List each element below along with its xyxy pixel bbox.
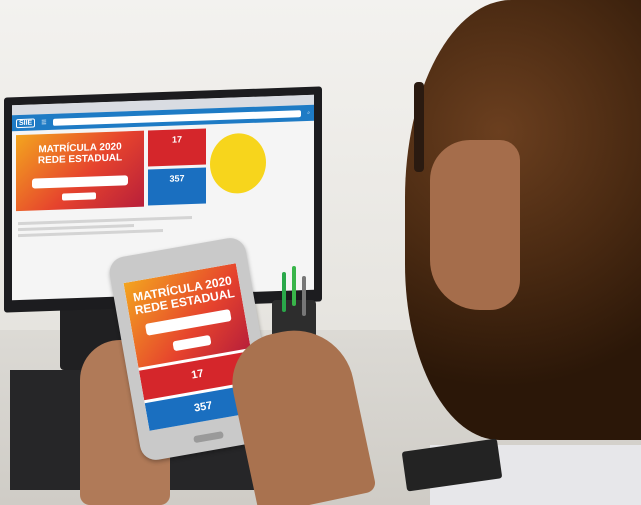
phone-hero-button[interactable] [172,334,212,352]
hero-banner[interactable]: MATRÍCULA 2020 REDE ESTADUAL [16,130,144,212]
pen [302,276,306,316]
phone-hero-banner[interactable]: MATRÍCULA 2020 REDE ESTADUAL [123,263,251,368]
hero-text-box [32,175,128,189]
stat-blue-value: 357 [169,173,185,184]
phone-stat-blue-value: 357 [193,399,214,415]
text-line [18,215,192,226]
stat-card-blue[interactable]: 357 [148,167,206,206]
site-logo[interactable]: SIIE [16,117,36,128]
phone-stat-red-value: 17 [190,367,205,382]
menu-icon[interactable]: ☰ [41,119,46,126]
glasses-frame [414,82,424,172]
pen [282,272,286,312]
photo-scene: SIIE ☰ ⌕ MATRÍCULA 2020 REDE ESTADUAL 17 [0,0,641,505]
stat-column: 17 357 [148,128,206,206]
promo-badge[interactable] [210,132,266,195]
hero-button[interactable] [62,192,96,201]
stat-red-value: 17 [171,134,182,145]
person-face [430,140,520,310]
phone-home-button [193,431,224,444]
hero-title: MATRÍCULA 2020 REDE ESTADUAL [22,141,138,167]
search-icon[interactable]: ⌕ [307,110,310,116]
pen [292,266,296,306]
hero-row: MATRÍCULA 2020 REDE ESTADUAL 17 357 [12,121,314,216]
stat-card-red[interactable]: 17 [148,128,206,167]
